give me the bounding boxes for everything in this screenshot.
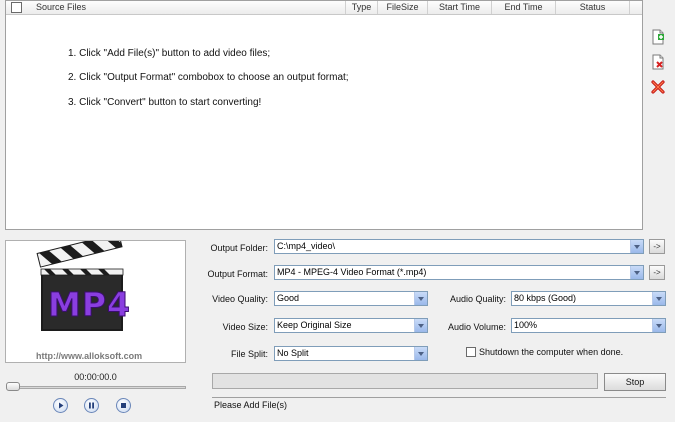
chevron-down-icon[interactable] <box>414 292 427 305</box>
preview-url: http://www.alloksoft.com <box>36 351 143 361</box>
instruction-step-2: 2. Click "Output Format" combobox to cho… <box>68 72 349 83</box>
stop-icon <box>121 403 126 408</box>
column-status[interactable]: Status <box>556 1 630 14</box>
output-folder-label: Output Folder: <box>210 243 268 253</box>
audio-quality-label: Audio Quality: <box>449 294 506 304</box>
chevron-down-icon[interactable] <box>414 347 427 360</box>
shutdown-checkbox[interactable] <box>466 347 476 357</box>
column-source-files[interactable]: Source Files <box>26 1 346 14</box>
audio-volume-value: 100% <box>514 320 538 330</box>
video-quality-combo[interactable]: Good <box>274 291 428 306</box>
add-file-button[interactable] <box>650 29 666 45</box>
column-type[interactable]: Type <box>346 1 378 14</box>
output-format-value: MP4 - MPEG-4 Video Format (*.mp4) <box>277 267 427 277</box>
instruction-step-1: 1. Click "Add File(s)" button to add vid… <box>68 48 271 59</box>
instruction-step-3: 3. Click "Convert" button to start conve… <box>68 97 262 108</box>
file-split-value: No Split <box>277 348 309 358</box>
output-folder-value: C:\mp4_video\ <box>277 241 336 251</box>
conversion-progress-bar <box>212 373 598 389</box>
stop-button[interactable]: Stop <box>604 373 666 391</box>
video-size-label: Video Size: <box>222 322 268 332</box>
audio-volume-combo[interactable]: 100% <box>511 318 666 333</box>
video-quality-value: Good <box>277 293 300 303</box>
remove-file-icon <box>652 54 664 70</box>
pause-icon <box>89 402 94 409</box>
select-all-checkbox[interactable] <box>11 2 22 13</box>
output-format-combo[interactable]: MP4 - MPEG-4 Video Format (*.mp4) <box>274 265 644 280</box>
video-quality-label: Video Quality: <box>212 294 268 304</box>
chevron-down-icon[interactable] <box>630 240 643 253</box>
preview-logo-text: MP4 <box>48 285 131 325</box>
file-split-combo[interactable]: No Split <box>274 346 428 361</box>
playback-time: 00:00:00.0 <box>74 372 117 382</box>
clear-list-icon <box>651 80 665 94</box>
file-list[interactable]: Source Files Type FileSize Start Time En… <box>5 0 643 230</box>
audio-quality-value: 80 kbps (Good) <box>514 293 577 303</box>
add-file-icon <box>652 29 664 45</box>
video-preview: MP4 http://www.alloksoft.com <box>5 240 186 363</box>
column-end-time[interactable]: End Time <box>492 1 556 14</box>
list-header: Source Files Type FileSize Start Time En… <box>6 1 642 15</box>
video-size-value: Keep Original Size <box>277 320 352 330</box>
column-start-time[interactable]: Start Time <box>428 1 492 14</box>
format-settings-button[interactable]: -> <box>649 265 665 280</box>
column-filesize[interactable]: FileSize <box>378 1 428 14</box>
seek-slider-thumb[interactable] <box>6 382 20 391</box>
pause-button[interactable] <box>84 398 99 413</box>
stop-playback-button[interactable] <box>116 398 131 413</box>
chevron-down-icon[interactable] <box>630 266 643 279</box>
remove-file-button[interactable] <box>650 54 666 70</box>
video-size-combo[interactable]: Keep Original Size <box>274 318 428 333</box>
play-button[interactable] <box>53 398 68 413</box>
chevron-down-icon[interactable] <box>414 319 427 332</box>
file-split-label: File Split: <box>230 349 268 359</box>
browse-folder-button[interactable]: -> <box>649 239 665 254</box>
seek-slider-track[interactable] <box>8 386 186 389</box>
chevron-down-icon[interactable] <box>652 319 665 332</box>
audio-quality-combo[interactable]: 80 kbps (Good) <box>511 291 666 306</box>
clear-list-button[interactable] <box>650 79 666 95</box>
chevron-down-icon[interactable] <box>652 292 665 305</box>
audio-volume-label: Audio Volume: <box>447 322 506 332</box>
output-folder-combo[interactable]: C:\mp4_video\ <box>274 239 644 254</box>
output-format-label: Output Format: <box>207 269 268 279</box>
shutdown-label[interactable]: Shutdown the computer when done. <box>479 347 623 357</box>
status-bar: Please Add File(s) <box>212 397 666 413</box>
play-icon <box>59 402 64 409</box>
